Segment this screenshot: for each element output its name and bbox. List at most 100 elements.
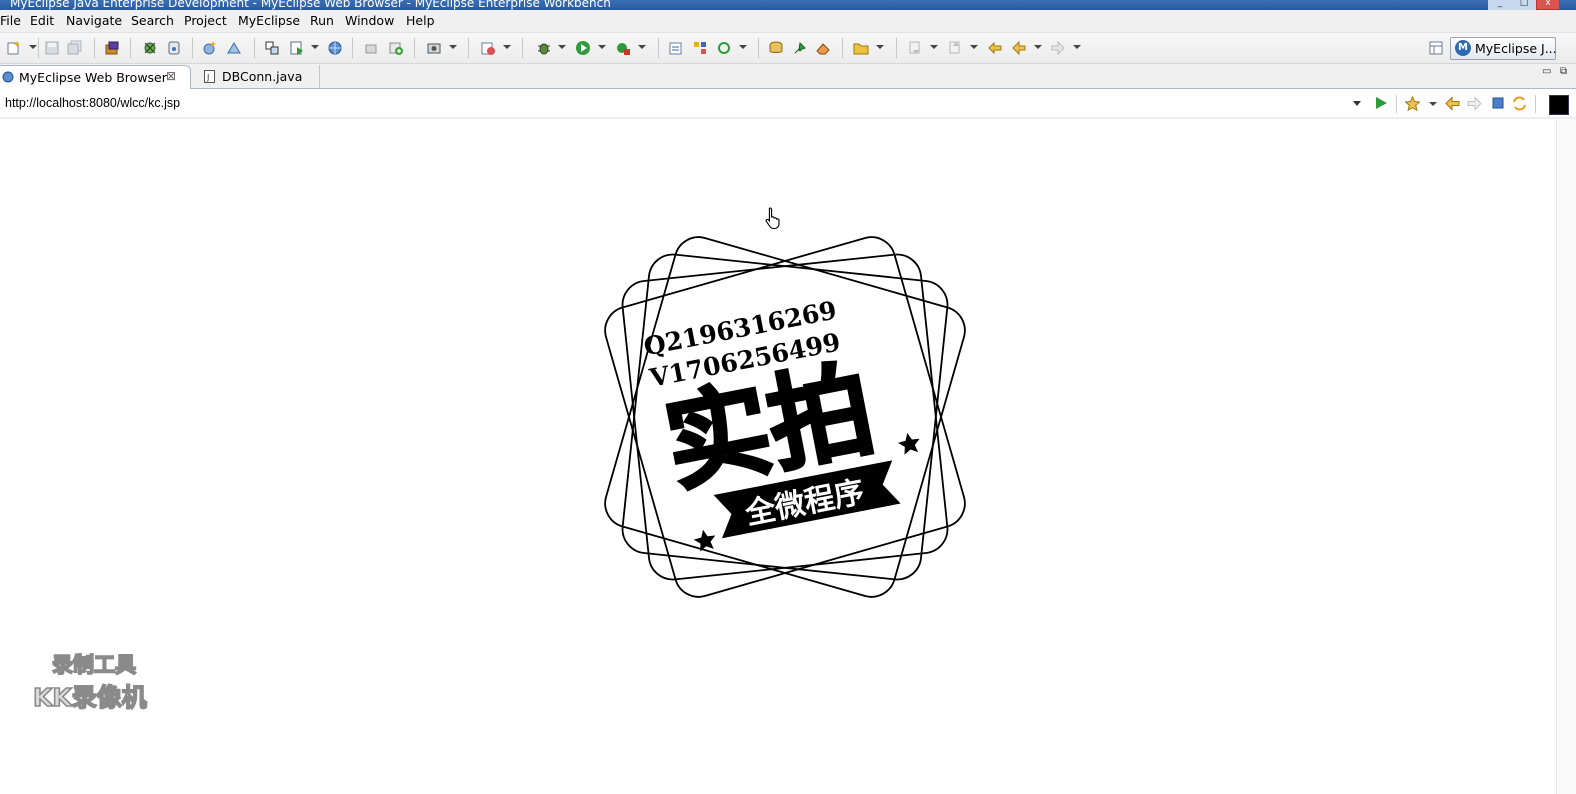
new-web-project-icon[interactable] xyxy=(202,40,218,56)
maximize-button[interactable]: □ xyxy=(1512,0,1536,10)
external-tools-dropdown-icon[interactable] xyxy=(638,45,646,49)
deploy-icon[interactable] xyxy=(264,40,280,56)
capture-icon[interactable] xyxy=(426,40,442,56)
toolbar-separator xyxy=(468,38,469,58)
save-icon[interactable] xyxy=(44,40,60,56)
close-button[interactable]: x xyxy=(1536,0,1560,10)
new-class-dropdown-icon[interactable] xyxy=(503,45,511,49)
run-dropdown-icon[interactable] xyxy=(598,45,606,49)
browser-forward-icon[interactable] xyxy=(1467,96,1482,111)
save-all-icon[interactable] xyxy=(67,40,83,56)
tab-label: DBConn.java xyxy=(222,69,303,84)
close-tab-icon[interactable]: ⊠ xyxy=(166,69,176,83)
next-annotation-dropdown-icon[interactable] xyxy=(930,45,938,49)
run-server-dropdown-icon[interactable] xyxy=(311,45,319,49)
forward-dropdown-icon[interactable] xyxy=(1073,45,1081,49)
myeclipse-logo-icon: M xyxy=(1455,40,1471,56)
stamp-graphic: Q2196316269 V1706256499 实拍 全微程序 xyxy=(604,236,966,598)
menu-file[interactable]: File xyxy=(0,13,21,28)
toolbar-separator xyxy=(1535,95,1536,113)
minimize-view-icon[interactable]: ▭ xyxy=(1542,66,1551,77)
toolbar-separator xyxy=(414,38,415,58)
svg-text:J: J xyxy=(206,73,209,82)
prev-annotation-dropdown-icon[interactable] xyxy=(970,45,978,49)
run-server-icon[interactable] xyxy=(289,40,305,56)
url-dropdown-icon[interactable] xyxy=(1353,101,1361,106)
url-input[interactable] xyxy=(2,92,1348,114)
browser-address-bar xyxy=(0,89,1576,119)
refresh-icon[interactable] xyxy=(716,40,732,56)
tab-myeclipse-web-browser[interactable]: MyEclipse Web Browser ⊠ xyxy=(0,65,191,89)
window-title: MyEclipse Java Enterprise Development - … xyxy=(10,0,611,10)
forward-icon[interactable] xyxy=(1050,40,1066,56)
browser-content: Q2196316269 V1706256499 实拍 全微程序 录制工具 KK录… xyxy=(0,119,1556,794)
vertical-scrollbar[interactable] xyxy=(1556,119,1576,794)
add-resource-icon[interactable] xyxy=(388,40,404,56)
menu-search[interactable]: Search xyxy=(131,13,174,28)
refresh-dropdown-icon[interactable] xyxy=(739,45,747,49)
menu-edit[interactable]: Edit xyxy=(30,13,54,28)
tab-dbconn-java[interactable]: J DBConn.java xyxy=(194,65,320,88)
perspective-myeclipse-button[interactable]: M MyEclipse J... xyxy=(1450,37,1557,60)
open-perspective-icon[interactable] xyxy=(1428,40,1444,56)
new-dropdown-icon[interactable] xyxy=(29,45,37,49)
perspective-label: MyEclipse J... xyxy=(1475,41,1557,56)
open-folder-icon[interactable] xyxy=(853,40,869,56)
minimize-button[interactable]: _ xyxy=(1488,0,1512,10)
toolbar-separator xyxy=(94,38,95,58)
menu-myeclipse[interactable]: MyEclipse xyxy=(238,13,300,28)
debug-icon[interactable] xyxy=(536,40,552,56)
main-toolbar xyxy=(0,33,1576,64)
menu-help[interactable]: Help xyxy=(406,13,435,28)
external-tools-icon[interactable] xyxy=(615,40,631,56)
star-icon xyxy=(693,529,716,552)
menu-bar: File Edit Navigate Search Project MyEcli… xyxy=(0,10,1576,33)
eraser-icon[interactable] xyxy=(815,40,831,56)
open-folder-dropdown-icon[interactable] xyxy=(876,45,884,49)
console-icon[interactable] xyxy=(1549,95,1569,115)
browser-back-icon[interactable] xyxy=(1445,96,1460,111)
database-icon[interactable] xyxy=(768,40,784,56)
stop-icon[interactable] xyxy=(1492,97,1504,109)
new-ejb-icon[interactable] xyxy=(226,40,242,56)
prev-annotation-icon[interactable] xyxy=(947,40,963,56)
run-icon[interactable] xyxy=(575,40,591,56)
star-icon xyxy=(898,432,920,455)
debug-server-icon[interactable] xyxy=(142,40,158,56)
server-icon[interactable] xyxy=(166,40,182,56)
menu-window[interactable]: Window xyxy=(345,13,394,28)
menu-navigate[interactable]: Navigate xyxy=(66,13,122,28)
watermark-line1: 录制工具 xyxy=(51,652,137,678)
toolbar-separator xyxy=(1396,95,1397,113)
pin-icon[interactable] xyxy=(792,40,808,56)
next-annotation-icon[interactable] xyxy=(907,40,923,56)
browser-globe-icon[interactable] xyxy=(327,40,343,56)
back-icon[interactable] xyxy=(1011,40,1027,56)
url-combo[interactable] xyxy=(0,92,1366,114)
package-icon[interactable] xyxy=(104,40,120,56)
go-icon[interactable] xyxy=(1374,96,1388,110)
maximize-view-icon[interactable]: ⧉ xyxy=(1560,66,1567,77)
window-title-bar: MyEclipse Java Enterprise Development - … xyxy=(0,0,1576,10)
new-icon[interactable] xyxy=(6,40,22,56)
back-dropdown-icon[interactable] xyxy=(1034,45,1042,49)
toolbar-separator xyxy=(758,38,759,58)
toolbar-separator xyxy=(130,38,131,58)
hierarchy-icon[interactable] xyxy=(692,40,708,56)
last-edit-icon[interactable] xyxy=(987,40,1003,56)
debug-dropdown-icon[interactable] xyxy=(558,45,566,49)
globe-icon xyxy=(2,71,14,83)
browser-refresh-icon[interactable] xyxy=(1512,96,1527,111)
menu-run[interactable]: Run xyxy=(310,13,334,28)
open-task-icon[interactable] xyxy=(668,40,684,56)
toolbar-separator xyxy=(352,38,353,58)
favorites-dropdown-icon[interactable] xyxy=(1429,102,1437,106)
new-class-icon[interactable] xyxy=(480,40,496,56)
favorites-icon[interactable] xyxy=(1405,96,1420,111)
open-type-icon[interactable] xyxy=(364,40,380,56)
menu-project[interactable]: Project xyxy=(184,13,227,28)
watermark-line2: KK录像机 xyxy=(32,682,147,713)
capture-dropdown-icon[interactable] xyxy=(449,45,457,49)
toolbar-separator xyxy=(658,38,659,58)
toolbar-separator xyxy=(254,38,255,58)
